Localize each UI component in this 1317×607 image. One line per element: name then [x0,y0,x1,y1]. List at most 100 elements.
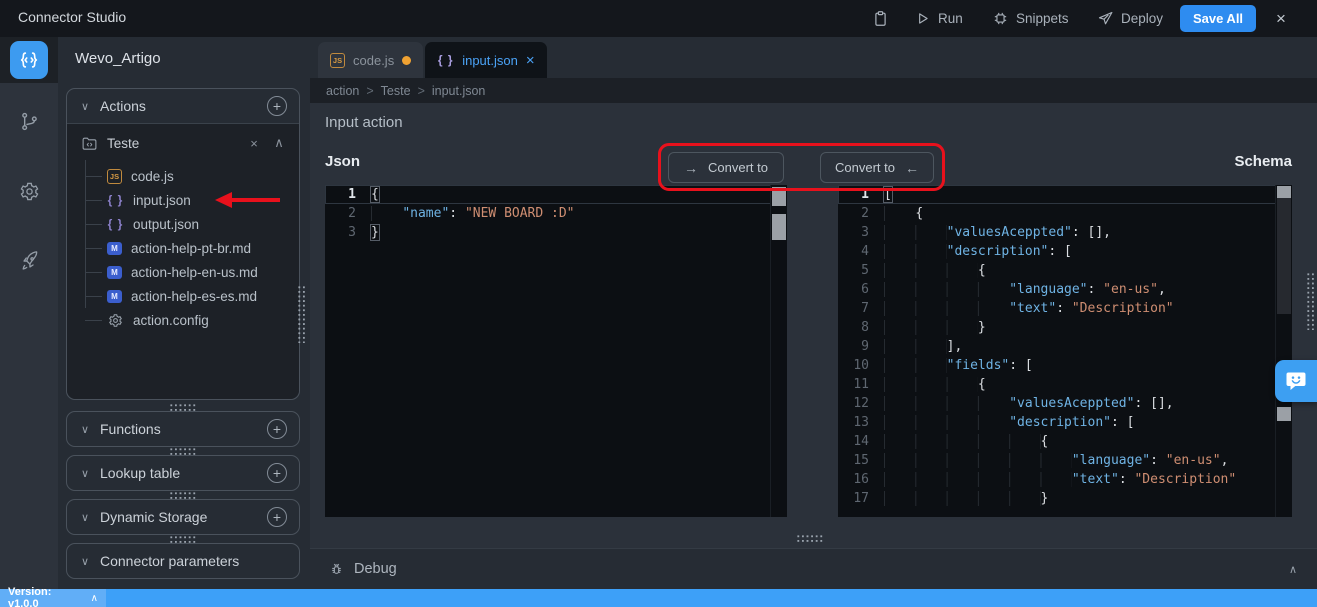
code-line[interactable]: 7 "text": "Description" [838,299,1292,318]
collapse-folder-icon[interactable]: ∧ [271,135,287,151]
code-line[interactable]: 17 } [838,489,1292,508]
line-number: 17 [838,489,884,508]
section-resize-handle[interactable] [169,535,197,543]
add-button[interactable]: + [267,507,287,527]
code-line[interactable]: 11 { [838,375,1292,394]
code-line[interactable]: 2 { [838,204,1292,223]
section-label: Dynamic Storage [100,509,258,525]
code-line[interactable]: 6 "language": "en-us", [838,280,1292,299]
line-content: "description": [ [884,413,1292,432]
clipboard-button[interactable] [872,0,889,37]
panel-resize-handle[interactable] [297,285,306,343]
code-line[interactable]: 3 "valuesAceppted": [], [838,223,1292,242]
line-number: 5 [838,261,884,280]
section-resize-handle[interactable] [169,403,197,411]
code-line[interactable]: 8 } [838,318,1292,337]
tree-item-action.config[interactable]: action.config [67,308,299,332]
deploy-button[interactable]: Deploy [1097,0,1163,37]
line-content: "text": "Description" [884,299,1292,318]
scroll-mark [772,187,786,206]
code-line[interactable]: 4 "description": [ [838,242,1292,261]
git-branch-icon [19,111,40,132]
md-file-icon: M [107,242,122,255]
tree-item-code.js[interactable]: JScode.js [67,164,299,188]
tree-item-action-help-es-es.md[interactable]: Maction-help-es-es.md [67,284,299,308]
line-number: 10 [838,356,884,375]
connector-tool-button[interactable] [10,41,48,79]
section-functions[interactable]: ∨Functions+ [66,411,300,447]
section-resize-handle[interactable] [169,447,197,455]
code-line[interactable]: 3} [325,223,787,242]
line-content: } [884,318,1292,337]
code-line[interactable]: 15 "language": "en-us", [838,451,1292,470]
modified-dot-icon [402,56,411,65]
window-close-icon[interactable]: × [1268,6,1294,32]
line-content: "valuesAceppted": [], [884,223,1292,242]
line-content: "language": "en-us", [884,280,1292,299]
publish-button[interactable] [0,238,58,284]
debug-bar[interactable]: Debug ∧ [310,548,1317,589]
line-number: 8 [838,318,884,337]
schema-editor-scrollbar[interactable] [1275,185,1292,517]
tab-code.js[interactable]: JScode.js [318,42,423,78]
actions-header[interactable]: ∨ Actions + [67,89,299,123]
add-button[interactable]: + [267,419,287,439]
tree-item-output.json[interactable]: { }output.json [67,212,299,236]
icon-rail [0,37,58,589]
code-line[interactable]: 13 "description": [ [838,413,1292,432]
scroll-mark [772,214,786,240]
section-connector-parameters[interactable]: ∨ Connector parameters [66,543,300,579]
breadcrumb-item-input.json[interactable]: input.json [432,84,486,98]
settings-button[interactable] [0,168,58,214]
file-name: action-help-en-us.md [131,265,258,280]
debug-collapse-icon[interactable]: ∧ [1287,563,1299,576]
add-button[interactable]: + [267,463,287,483]
snippets-button[interactable]: Snippets [992,0,1069,37]
code-line[interactable]: 16 "text": "Description" [838,470,1292,489]
version-chip[interactable]: Version: v1.0.0 ∧ [0,589,106,607]
code-line[interactable]: 1{ [325,185,787,204]
section-lookup-table[interactable]: ∨Lookup table+ [66,455,300,491]
breadcrumb-item-Teste[interactable]: Teste [381,84,411,98]
convert-to-json-button[interactable]: Convert to ← [820,152,934,183]
tree-item-action-help-pt-br.md[interactable]: Maction-help-pt-br.md [67,236,299,260]
chevron-down-icon[interactable]: ∨ [79,511,91,524]
code-line[interactable]: 1[ [838,185,1292,204]
line-number: 1 [838,185,884,204]
tree-item-action-help-en-us.md[interactable]: Maction-help-en-us.md [67,260,299,284]
json-editor[interactable]: 1{2 "name": "NEW BOARD :D"3} [325,185,787,517]
close-tab-icon[interactable]: × [526,52,535,69]
save-all-button[interactable]: Save All [1180,5,1256,32]
section-dynamic-storage[interactable]: ∨ Dynamic Storage + [66,499,300,535]
support-chat-button[interactable] [1275,360,1317,402]
tab-input.json[interactable]: { }input.json× [425,42,546,78]
run-button[interactable]: Run [914,0,963,37]
breadcrumb-item-action[interactable]: action [326,84,359,98]
code-line[interactable]: 14 { [838,432,1292,451]
close-folder-icon[interactable]: × [246,136,262,151]
code-line[interactable]: 5 { [838,261,1292,280]
tree-folder-teste[interactable]: Teste × ∧ [67,128,299,158]
schema-editor[interactable]: 1[2 {3 "valuesAceppted": [],4 "descripti… [838,185,1292,517]
side-panel: Wevo_Artigo ∨ Actions + Teste × ∧ JScode… [58,37,310,589]
scroll-thumb[interactable] [1277,407,1291,421]
code-line[interactable]: 9 ], [838,337,1292,356]
chevron-down-icon[interactable]: ∨ [79,467,91,480]
section-resize-handle[interactable] [169,491,197,499]
code-line[interactable]: 10 "fields": [ [838,356,1292,375]
chevron-down-icon[interactable]: ∨ [79,423,91,436]
convert-to-schema-button[interactable]: → Convert to [668,152,784,183]
line-content: "valuesAceppted": [], [884,394,1292,413]
add-action-button[interactable]: + [267,96,287,116]
config-file-icon [107,312,124,328]
right-edge-resize-handle[interactable] [1306,272,1315,330]
code-line[interactable]: 12 "valuesAceppted": [], [838,394,1292,413]
chevron-down-icon[interactable]: ∨ [79,100,91,113]
json-editor-scrollbar[interactable] [770,185,787,517]
flows-button[interactable] [0,98,58,144]
debug-resize-handle[interactable] [796,534,824,542]
breadcrumb: action>Teste>input.json [310,78,1317,103]
section-label: Connector parameters [100,553,287,569]
code-line[interactable]: 2 "name": "NEW BOARD :D" [325,204,787,223]
chevron-down-icon[interactable]: ∨ [79,555,91,568]
